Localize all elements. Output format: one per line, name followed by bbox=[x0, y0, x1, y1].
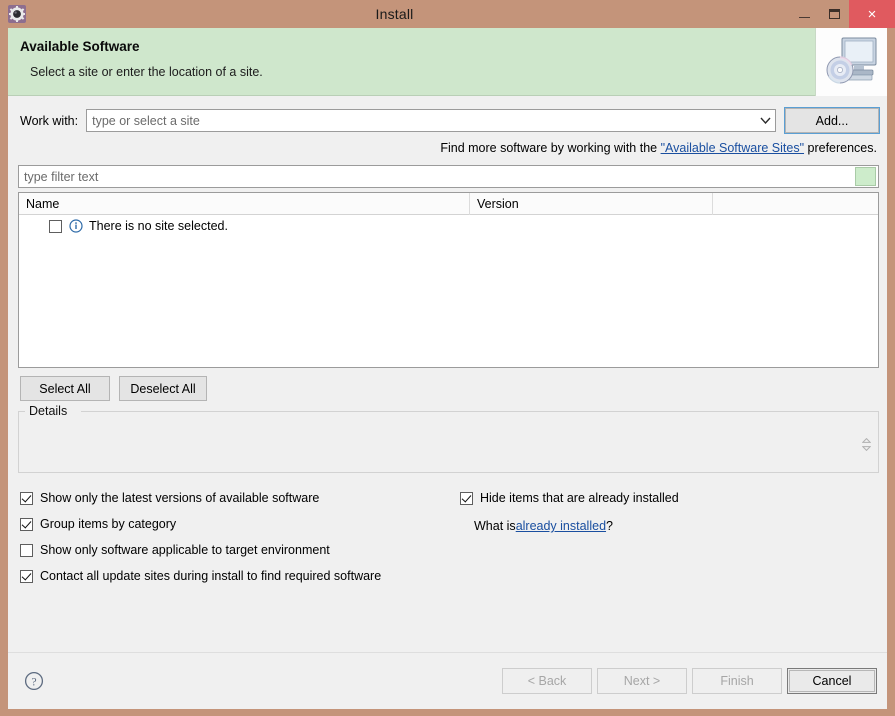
table-header-row: Name Version bbox=[19, 192, 878, 215]
svg-text:?: ? bbox=[31, 676, 36, 688]
close-icon: × bbox=[867, 5, 877, 23]
option-contact-all-sites[interactable]: Contact all update sites during install … bbox=[20, 563, 887, 589]
column-header-extra[interactable] bbox=[713, 193, 878, 215]
what-is-already-installed: What is already installed? bbox=[460, 513, 679, 539]
column-header-name[interactable]: Name bbox=[19, 192, 470, 215]
add-button[interactable]: Add... bbox=[784, 107, 880, 134]
dialog-footer: ? < Back Next > Finish Cancel bbox=[8, 652, 887, 709]
up-down-spinner-icon[interactable] bbox=[861, 435, 872, 453]
checkbox[interactable] bbox=[20, 569, 33, 583]
what-is-prefix: What is bbox=[474, 519, 516, 533]
options-section: Show only the latest versions of availab… bbox=[8, 485, 887, 595]
row-label-name: There is no site selected. bbox=[89, 219, 228, 233]
finish-button[interactable]: Finish bbox=[692, 668, 782, 694]
help-question-icon[interactable]: ? bbox=[24, 671, 44, 691]
row-checkbox[interactable] bbox=[49, 219, 62, 233]
wizard-buttons: < Back Next > Finish Cancel bbox=[502, 668, 877, 694]
checkbox[interactable] bbox=[460, 491, 473, 505]
cancel-button[interactable]: Cancel bbox=[787, 668, 877, 694]
deselect-all-button[interactable]: Deselect All bbox=[119, 376, 207, 401]
monitor-with-cd-icon bbox=[815, 28, 887, 96]
checkbox[interactable] bbox=[20, 491, 33, 505]
option-label: Show only the latest versions of availab… bbox=[40, 491, 320, 505]
filter-field[interactable]: type filter text bbox=[18, 165, 879, 188]
maximize-button[interactable] bbox=[819, 0, 849, 28]
back-button[interactable]: < Back bbox=[502, 668, 592, 694]
select-all-button[interactable]: Select All bbox=[20, 376, 110, 401]
install-dialog-window: Install × Available Software Select a si… bbox=[0, 0, 895, 716]
chevron-down-icon[interactable] bbox=[755, 110, 775, 131]
option-label: Show only software applicable to target … bbox=[40, 543, 330, 557]
hint-suffix: preferences. bbox=[804, 141, 878, 155]
option-group-by-category[interactable]: Group items by category bbox=[20, 511, 887, 537]
table-row[interactable]: There is no site selected. bbox=[19, 215, 878, 237]
hint-prefix: Find more software by working with the bbox=[440, 141, 661, 155]
title-bar: Install × bbox=[0, 0, 895, 28]
option-applicable-to-target[interactable]: Show only software applicable to target … bbox=[20, 537, 887, 563]
next-button[interactable]: Next > bbox=[597, 668, 687, 694]
minimize-icon bbox=[798, 17, 810, 18]
info-icon bbox=[69, 219, 83, 233]
maximize-icon bbox=[828, 9, 840, 19]
available-software-sites-link[interactable]: "Available Software Sites" bbox=[661, 141, 804, 155]
what-is-suffix: ? bbox=[606, 519, 613, 533]
page-title: Available Software bbox=[20, 39, 140, 54]
gear-icon bbox=[8, 5, 26, 23]
window-title: Install bbox=[375, 6, 414, 22]
already-installed-link[interactable]: already installed bbox=[516, 519, 606, 533]
checkbox[interactable] bbox=[20, 543, 33, 557]
software-table: Name Version There is no site selected. bbox=[18, 192, 879, 368]
table-body: There is no site selected. bbox=[19, 215, 878, 367]
options-right-column: Hide items that are already installed Wh… bbox=[460, 485, 679, 539]
page-subtitle: Select a site or enter the location of a… bbox=[30, 65, 263, 79]
work-with-input[interactable]: type or select a site bbox=[87, 114, 755, 128]
select-buttons-row: Select All Deselect All bbox=[20, 376, 887, 401]
details-label: Details bbox=[26, 404, 71, 418]
minimize-button[interactable] bbox=[789, 0, 819, 28]
option-label: Group items by category bbox=[40, 517, 177, 531]
close-button[interactable]: × bbox=[849, 0, 895, 28]
details-group: Details bbox=[18, 404, 879, 473]
clear-filter-icon[interactable] bbox=[855, 167, 876, 186]
option-label: Contact all update sites during install … bbox=[40, 569, 382, 583]
work-with-row: Work with: type or select a site Add... bbox=[8, 96, 887, 134]
option-show-latest-versions[interactable]: Show only the latest versions of availab… bbox=[20, 485, 887, 511]
details-group-border bbox=[19, 411, 878, 412]
option-hide-already-installed[interactable]: Hide items that are already installed bbox=[460, 485, 679, 511]
checkbox[interactable] bbox=[20, 517, 33, 531]
work-with-label: Work with: bbox=[20, 113, 79, 128]
available-sites-hint: Find more software by working with the "… bbox=[8, 133, 887, 155]
option-label: Hide items that are already installed bbox=[480, 491, 679, 505]
dialog-client-area: Available Software Select a site or ente… bbox=[8, 28, 887, 709]
filter-input[interactable]: type filter text bbox=[19, 170, 855, 184]
column-header-version[interactable]: Version bbox=[470, 192, 713, 215]
work-with-combo[interactable]: type or select a site bbox=[86, 109, 776, 132]
wizard-header: Available Software Select a site or ente… bbox=[8, 28, 887, 96]
